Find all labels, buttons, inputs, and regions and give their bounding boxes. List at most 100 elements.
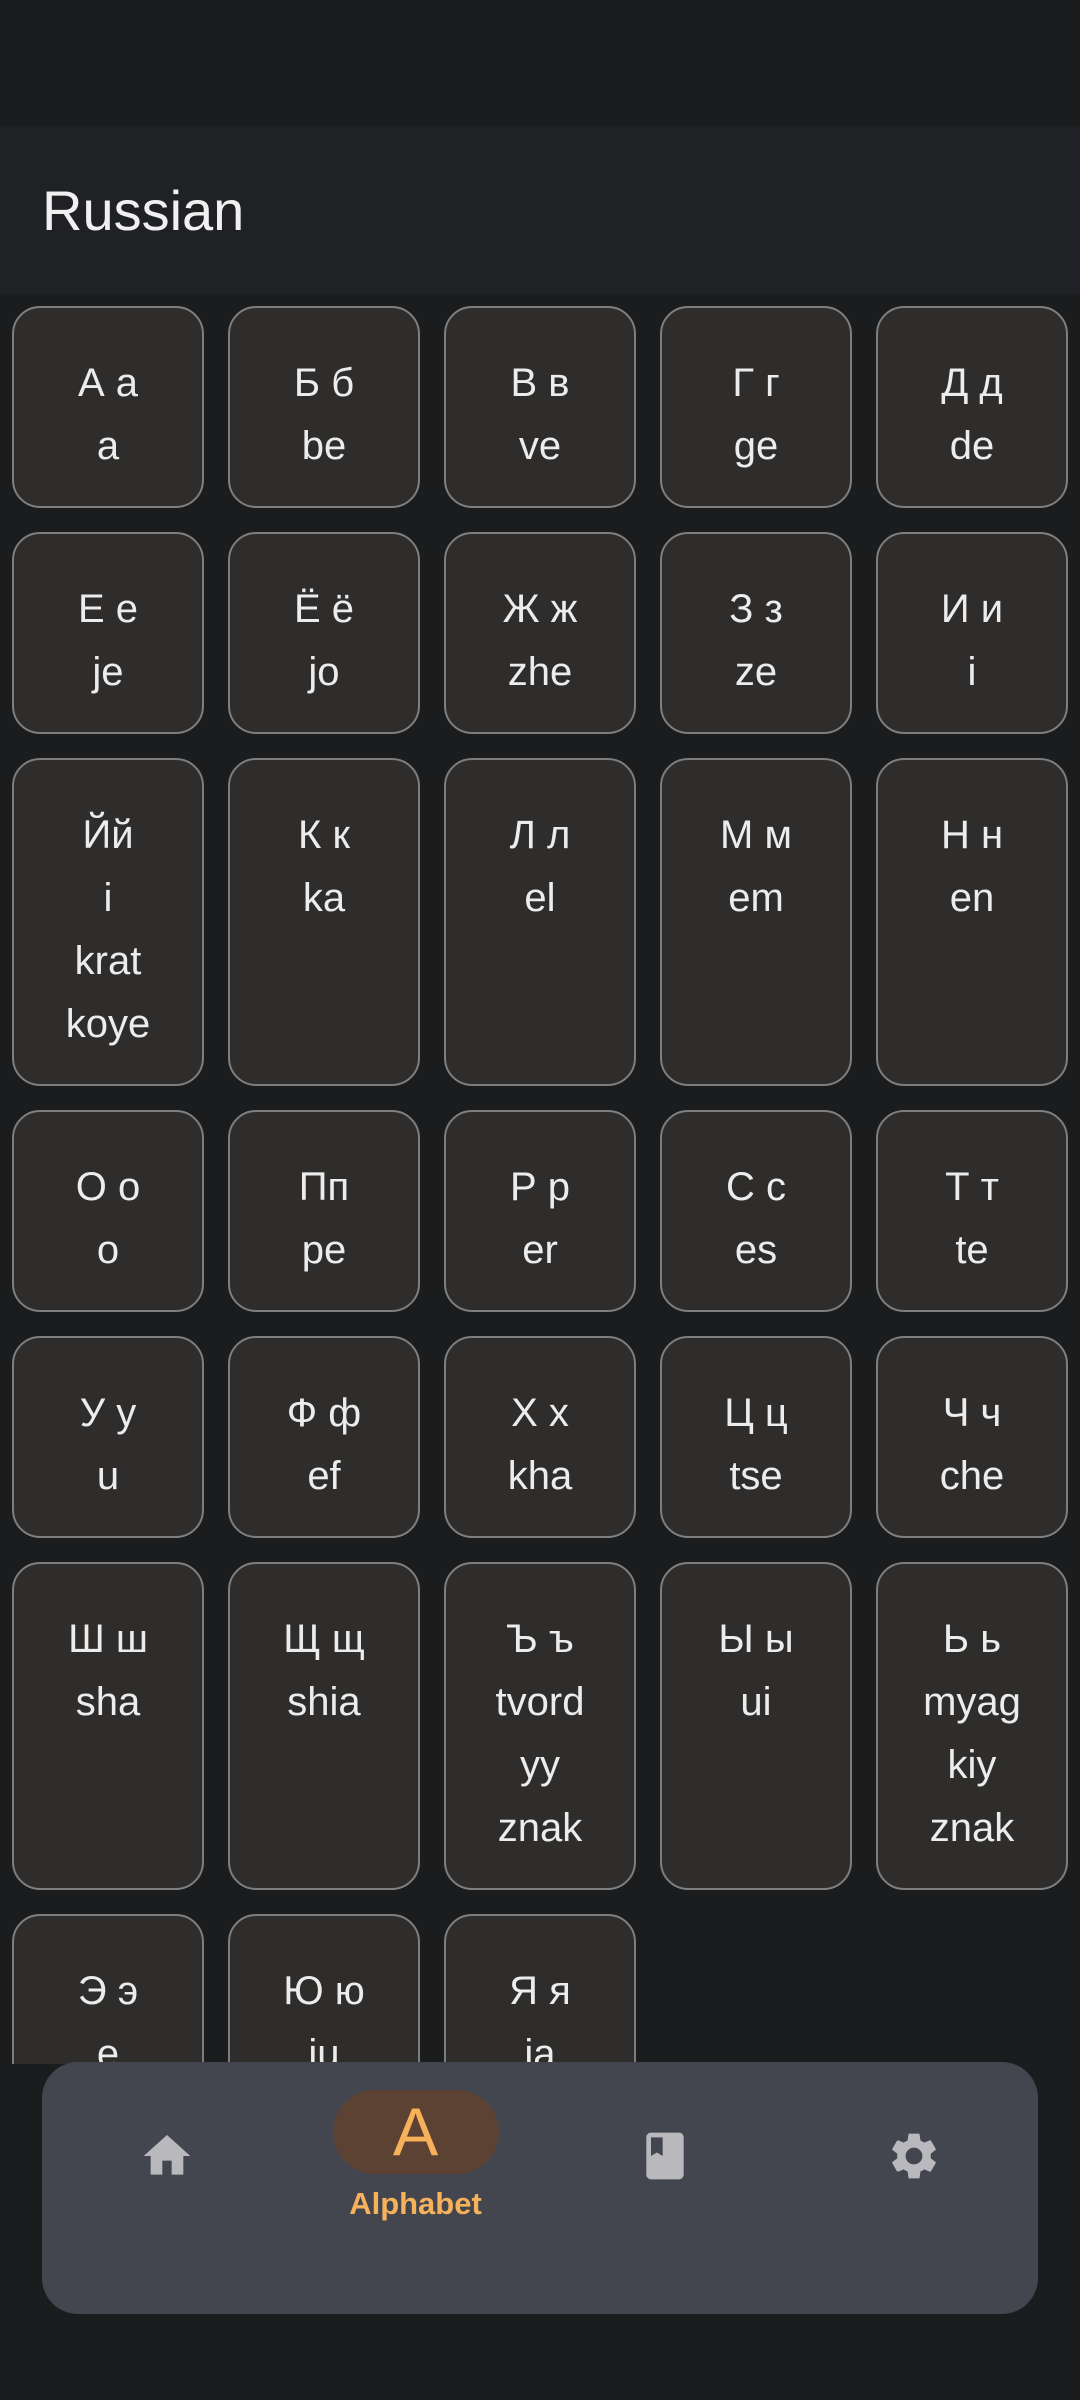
letter-tile[interactable]: Р р er xyxy=(444,1110,636,1312)
letter-glyph: С с xyxy=(726,1165,786,1209)
letter-glyph: Йй xyxy=(82,813,134,857)
letter-tile[interactable]: В в ve xyxy=(444,306,636,508)
nav-home[interactable] xyxy=(42,2062,291,2314)
letter-glyph: Д д xyxy=(941,361,1003,405)
letter-tile[interactable]: О о o xyxy=(12,1110,204,1312)
letter-glyph: О о xyxy=(75,1165,141,1209)
letter-tile[interactable]: Ш ш sha xyxy=(12,1562,204,1890)
letter-glyph: Ь ь xyxy=(942,1617,1002,1661)
letter-glyph: У у xyxy=(79,1391,137,1435)
letter-name: ju xyxy=(308,2032,340,2064)
nav-label-alphabet: Alphabet xyxy=(349,2186,482,2221)
letter-tile[interactable]: Ь ь myag kiy znak xyxy=(876,1562,1068,1890)
letter-name: er xyxy=(522,1228,558,1272)
letter-tile[interactable]: Ф ф ef xyxy=(228,1336,420,1538)
letter-tile[interactable]: Ы ы ui xyxy=(660,1562,852,1890)
letter-name: zhe xyxy=(507,650,573,694)
letter-glyph: В в xyxy=(510,361,570,405)
status-bar xyxy=(0,0,1080,126)
letter-name: tse xyxy=(729,1454,783,1498)
letter-tile[interactable]: Б б be xyxy=(228,306,420,508)
letter-tile[interactable]: Г г ge xyxy=(660,306,852,508)
letter-tile[interactable]: С с es xyxy=(660,1110,852,1312)
letter-tile[interactable]: М м em xyxy=(660,758,852,1086)
letter-tile[interactable]: Ц ц tse xyxy=(660,1336,852,1538)
nav-settings[interactable] xyxy=(789,2062,1038,2314)
nav-alphabet[interactable]: A Alphabet xyxy=(291,2062,540,2314)
letter-name: ge xyxy=(733,424,779,468)
letter-glyph: З з xyxy=(729,587,783,631)
bottom-navigation: A Alphabet xyxy=(42,2062,1038,2314)
letter-glyph: Ч ч xyxy=(942,1391,1002,1435)
letter-name: ef xyxy=(307,1454,341,1498)
letter-tile[interactable]: Пп pe xyxy=(228,1110,420,1312)
letter-tile[interactable]: И и i xyxy=(876,532,1068,734)
letter-name: em xyxy=(728,876,784,920)
letter-tile[interactable]: Ч ч che xyxy=(876,1336,1068,1538)
letter-glyph: Р р xyxy=(509,1165,571,1209)
letter-tile[interactable]: З з ze xyxy=(660,532,852,734)
letter-name: znak xyxy=(929,1806,1015,1850)
gear-icon xyxy=(891,2133,936,2179)
letter-name: je xyxy=(92,650,124,694)
book-icon xyxy=(645,2132,684,2180)
letter-glyph: Ц ц xyxy=(724,1391,788,1435)
letter-tile[interactable]: Н н en xyxy=(876,758,1068,1086)
letter-glyph: Пп xyxy=(298,1165,350,1209)
alphabet-icon: A xyxy=(392,2094,439,2170)
letter-name: yy xyxy=(520,1743,560,1787)
letter-tile[interactable]: Ё ё jo xyxy=(228,532,420,734)
letter-name: de xyxy=(949,424,995,468)
letter-name: el xyxy=(524,876,556,920)
letter-name: i xyxy=(967,650,977,694)
letter-glyph: Ю ю xyxy=(283,1969,365,2013)
letter-name: znak xyxy=(497,1806,583,1850)
letter-glyph: Ё ё xyxy=(293,587,355,631)
letter-tile[interactable]: Ж ж zhe xyxy=(444,532,636,734)
letter-name: ve xyxy=(518,424,562,468)
letter-glyph: Т т xyxy=(945,1165,999,1209)
letter-name: ja xyxy=(524,2032,556,2064)
letter-name: ka xyxy=(302,876,346,920)
letter-tile[interactable]: Ъ ъ tvord yy znak xyxy=(444,1562,636,1890)
letter-name: myag xyxy=(923,1680,1021,1724)
letter-name: i xyxy=(103,876,113,920)
letter-glyph: Г г xyxy=(732,361,780,405)
letter-tile[interactable]: Йй i krat koye xyxy=(12,758,204,1086)
alphabet-grid: А а a Б б be В в ve Г г ge Д д de Е е je Ё ё jo Ж ж zhe… xyxy=(0,294,1080,2064)
home-icon xyxy=(143,2135,190,2175)
letter-glyph: Б б xyxy=(293,361,355,405)
letter-name: te xyxy=(955,1228,989,1272)
letter-name: pe xyxy=(301,1228,347,1272)
letter-name: en xyxy=(949,876,995,920)
letter-glyph: Х х xyxy=(511,1391,569,1435)
letter-tile[interactable]: А а a xyxy=(12,306,204,508)
letter-tile[interactable]: Е е je xyxy=(12,532,204,734)
letter-glyph: Л л xyxy=(509,813,571,857)
letter-tile[interactable]: Д д de xyxy=(876,306,1068,508)
letter-glyph: И и xyxy=(940,587,1004,631)
letter-tile[interactable]: Я я ja xyxy=(444,1914,636,2064)
nav-book[interactable] xyxy=(540,2062,789,2314)
letter-tile[interactable]: Э э e xyxy=(12,1914,204,2064)
letter-name: o xyxy=(96,1228,120,1272)
letter-tile[interactable]: Ю ю ju xyxy=(228,1914,420,2064)
letter-tile[interactable]: Т т te xyxy=(876,1110,1068,1312)
letter-glyph: М м xyxy=(720,813,792,857)
letter-glyph: Щ щ xyxy=(283,1617,365,1661)
letter-tile[interactable]: Л л el xyxy=(444,758,636,1086)
letter-name: tvord xyxy=(495,1680,585,1724)
letter-glyph: Ш ш xyxy=(68,1617,148,1661)
letter-glyph: Э э xyxy=(77,1969,139,2013)
letter-glyph: Ъ ъ xyxy=(506,1617,574,1661)
letter-name: kha xyxy=(507,1454,573,1498)
letter-name: e xyxy=(96,2032,120,2064)
letter-glyph: А а xyxy=(77,361,139,405)
letter-glyph: Ы ы xyxy=(718,1617,794,1661)
letter-glyph: Ф ф xyxy=(286,1391,362,1435)
letter-tile[interactable]: У у u xyxy=(12,1336,204,1538)
letter-tile[interactable]: К к ka xyxy=(228,758,420,1086)
letter-name: kiy xyxy=(947,1743,997,1787)
letter-tile[interactable]: Х х kha xyxy=(444,1336,636,1538)
letter-tile[interactable]: Щ щ shia xyxy=(228,1562,420,1890)
